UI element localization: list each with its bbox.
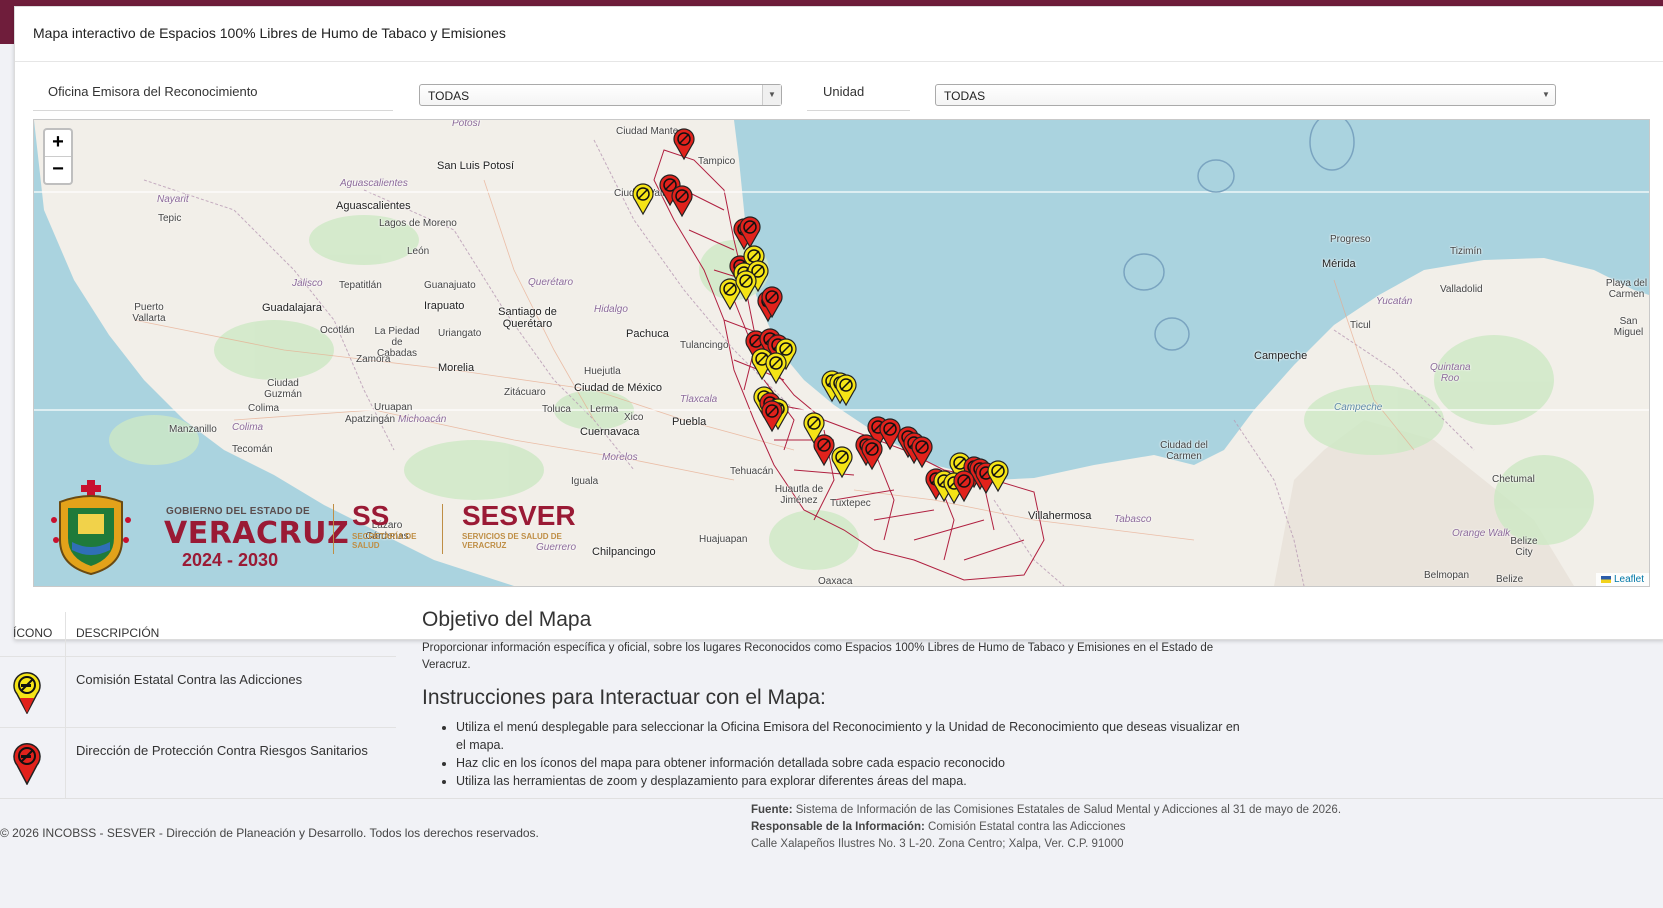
- address: Calle Xalapeños Ilustres No. 3 L-20. Zon…: [751, 838, 1124, 850]
- unit-select-value: TODAS: [944, 89, 986, 103]
- objective-text: Proporcionar información específica y of…: [422, 642, 1214, 671]
- unit-filter-label: Unidad: [823, 84, 865, 99]
- page-title: Mapa interactivo de Espacios 100% Libres…: [33, 25, 506, 41]
- zoom-control: + −: [43, 128, 73, 185]
- flag-icon: [1601, 575, 1612, 583]
- copyright: © 2026 INCOBSS - SESVER - Dirección de P…: [0, 826, 539, 840]
- list-item: Haz clic en los íconos del mapa para obt…: [456, 754, 1246, 772]
- top-brand-bar-edge: [0, 0, 14, 44]
- divider: [0, 798, 1663, 799]
- yellow-no-smoking-marker-icon: [13, 671, 41, 714]
- yellow-no-smoking-marker[interactable]: [831, 446, 853, 479]
- chevron-down-icon[interactable]: ▼: [1537, 85, 1555, 105]
- responsible-line: Responsable de la Información: Comisión …: [751, 821, 1126, 833]
- source-text: Sistema de Información de las Comisiones…: [795, 804, 1342, 816]
- logo-text: VERACRUZ: [164, 516, 350, 551]
- divider: [0, 727, 396, 728]
- unit-select[interactable]: TODAS ▼: [935, 84, 1556, 106]
- divider: [33, 110, 393, 111]
- red-no-smoking-marker-icon: [13, 742, 41, 785]
- source-label: Fuente:: [751, 804, 793, 816]
- red-no-smoking-marker[interactable]: [911, 436, 933, 469]
- chevron-down-icon[interactable]: ▼: [762, 85, 781, 105]
- red-no-smoking-marker[interactable]: [861, 438, 883, 471]
- legend-row-description: Comisión Estatal Contra las Adicciones: [76, 672, 303, 687]
- logo-text: SESVER: [462, 500, 576, 531]
- office-select[interactable]: TODAS ▼: [419, 84, 782, 106]
- yellow-no-smoking-marker[interactable]: [765, 352, 787, 385]
- interactive-map[interactable]: + − Potosí Ciudad Mante Tampico San Luis…: [33, 119, 1650, 587]
- yellow-no-smoking-marker[interactable]: [632, 183, 654, 216]
- office-select-value: TODAS: [428, 89, 470, 103]
- zoom-in-button[interactable]: +: [45, 130, 71, 156]
- list-item: Utiliza el menú desplegable para selecci…: [456, 718, 1246, 754]
- divider: [333, 504, 334, 554]
- office-filter-label: Oficina Emisora del Reconocimiento: [48, 84, 258, 99]
- objective-title: Objetivo del Mapa: [422, 608, 592, 631]
- responsible-text: Comisión Estatal contra las Adicciones: [928, 821, 1126, 833]
- divider: [65, 612, 66, 798]
- logo-text: SS: [352, 500, 390, 531]
- logo-text: 2024 - 2030: [182, 550, 279, 570]
- instructions-title: Instrucciones para Interactuar con el Ma…: [422, 686, 826, 709]
- logo-text: SERVICIOS DE SALUD DE VERACRUZ: [462, 532, 562, 550]
- divider: [15, 61, 1663, 62]
- divider: [442, 504, 443, 554]
- logo-text: SECRETARÍA DE SALUD: [352, 532, 417, 550]
- divider: [0, 656, 396, 657]
- red-no-smoking-marker[interactable]: [671, 185, 693, 218]
- leaflet-link[interactable]: Leaflet: [1614, 574, 1644, 585]
- divider: [807, 110, 910, 111]
- legend-header-description: DESCRIPCIÓN: [76, 626, 160, 640]
- instructions-list: Utiliza el menú desplegable para selecci…: [440, 718, 1246, 790]
- yellow-no-smoking-marker[interactable]: [735, 270, 757, 303]
- zoom-out-button[interactable]: −: [45, 156, 71, 183]
- red-no-smoking-marker[interactable]: [673, 128, 695, 161]
- legend-header-icon: ÍCONO: [13, 626, 53, 640]
- map-attribution[interactable]: Leaflet: [1596, 573, 1649, 586]
- coat-of-arms-icon: [51, 480, 131, 576]
- veracruz-logo: GOBIERNO DEL ESTADO DE VERACRUZ 2024 - 2…: [50, 480, 576, 580]
- red-no-smoking-marker[interactable]: [813, 434, 835, 467]
- legend-row-description: Dirección de Protección Contra Riesgos S…: [76, 743, 368, 758]
- red-no-smoking-marker[interactable]: [879, 418, 901, 451]
- source-line: Fuente: Sistema de Información de las Co…: [751, 804, 1341, 816]
- yellow-no-smoking-marker[interactable]: [987, 460, 1009, 493]
- list-item: Utiliza las herramientas de zoom y despl…: [456, 772, 1246, 790]
- map-panel: Mapa interactivo de Espacios 100% Libres…: [14, 6, 1663, 640]
- responsible-label: Responsable de la Información:: [751, 821, 925, 833]
